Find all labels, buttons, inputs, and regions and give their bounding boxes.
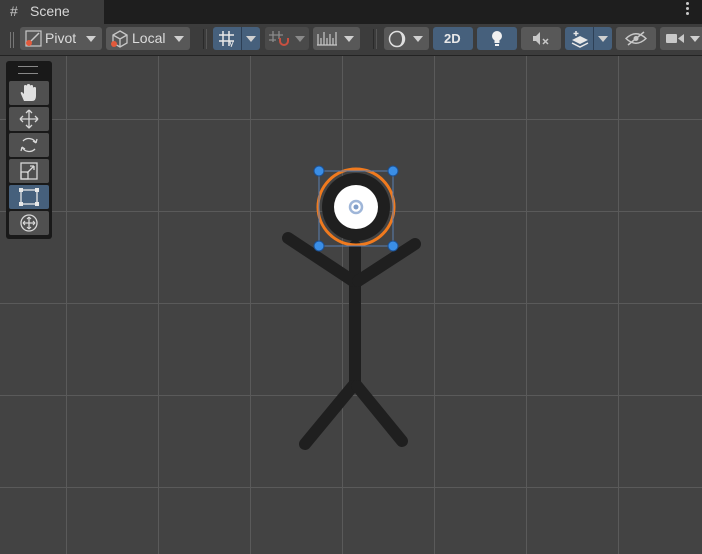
audio-muted-icon [533,32,549,45]
lighting-toggle[interactable] [477,27,517,50]
rect-handle-bottom-right[interactable] [387,240,399,252]
rect-handle-top-right[interactable] [387,165,399,177]
toolbar-separator [203,29,207,49]
tab-scene[interactable]: # Scene [0,0,104,24]
twod-label: 2D [444,31,461,46]
scene-visibility-toggle[interactable] [616,27,656,50]
rect-handle-bottom-left[interactable] [313,240,325,252]
hand-icon [20,84,36,101]
chevron-down-icon [246,36,256,42]
rect-handle-top-left[interactable] [313,165,325,177]
hidden-eye-icon [625,31,647,46]
light-bulb-icon [492,31,502,46]
scene-toolbar: Pivot Local y 2D [0,24,702,56]
pivot-label: Pivot [45,30,77,46]
stick-figure[interactable] [0,56,702,554]
scene-viewport[interactable] [0,56,702,554]
local-cube-icon [111,30,128,48]
audio-toggle[interactable] [521,27,561,50]
overlay-grip-icon[interactable] [18,66,38,74]
grid-snapping-toggle[interactable]: y [213,27,260,50]
rect-transform-icon [19,188,39,206]
chevron-down-icon [86,36,96,42]
scale-icon [20,162,38,180]
rotate-tool[interactable] [9,133,49,157]
transform-tool[interactable] [9,211,49,235]
move-tool[interactable] [9,107,49,131]
snap-settings-dropdown[interactable] [313,27,360,50]
rotate-icon [20,137,38,153]
toolbar-grip-icon [10,32,14,48]
local-label: Local [132,30,166,46]
scale-tool[interactable] [9,159,49,183]
shading-mode-dropdown[interactable] [384,27,429,50]
chevron-down-icon [690,36,700,42]
tools-overlay [6,61,52,239]
more-options-icon[interactable] [686,2,690,17]
hand-tool[interactable] [9,81,49,105]
chevron-down-icon [295,36,305,42]
effects-dropdown[interactable] [565,27,612,50]
camera-settings-dropdown[interactable] [660,27,702,50]
tab-bar: # Scene [0,0,702,24]
tab-scene-label: Scene [30,3,70,19]
chevron-down-icon [413,36,423,42]
transform-icon [20,214,38,232]
increment-snap-toggle[interactable] [265,27,309,50]
ruler-icon [317,32,337,46]
layers-effects-icon [571,31,589,48]
scene-hash-icon: # [10,3,18,19]
pivot-icon [25,30,42,47]
svg-text:y: y [229,38,234,47]
move-arrows-icon [19,109,39,129]
chevron-down-icon [174,36,184,42]
magnet-grid-icon [269,31,289,46]
rect-tool[interactable] [9,185,49,209]
grid-snap-icon: y [219,31,234,47]
chevron-down-icon [344,36,354,42]
camera-icon [666,34,684,43]
shading-sphere-icon [388,30,406,48]
local-dropdown[interactable]: Local [106,27,190,50]
chevron-down-icon [598,36,608,42]
twod-mode-toggle[interactable]: 2D [433,27,473,50]
toolbar-separator [373,29,377,49]
pivot-dropdown[interactable]: Pivot [20,27,102,50]
